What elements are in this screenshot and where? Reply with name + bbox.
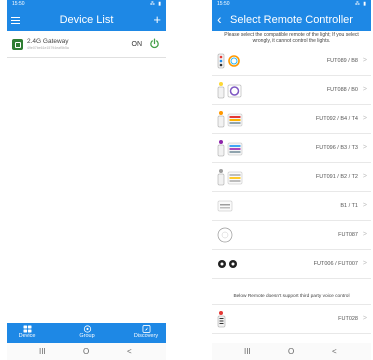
remote-fut028-icon — [217, 311, 226, 328]
remote-option-fut006[interactable]: FUT006 / FUT007 > — [212, 250, 371, 279]
recent-apps-button[interactable]: III — [39, 343, 46, 360]
select-remote-screen: 15:50 ⁂ ▮ ‹ Select Remote Controller Ple… — [212, 0, 371, 360]
remote-label: FUT092 / B4 / T4 — [315, 116, 358, 122]
compass-icon — [142, 325, 150, 333]
remote-option-fut089[interactable]: FUT089 / B8 > — [212, 47, 371, 76]
remote-b1-icon — [217, 200, 233, 212]
remote-fut089-icon — [217, 53, 240, 69]
status-time: 15:50 — [217, 1, 230, 7]
nav-device-label: Device — [18, 333, 36, 339]
group-icon — [83, 325, 91, 333]
status-icons: ⁂ ▮ — [354, 1, 367, 7]
grid-icon — [23, 325, 31, 333]
remote-fut087-icon — [217, 227, 233, 243]
remote-label: FUT091 / B2 / T2 — [315, 174, 358, 180]
remote-label: FUT096 / B3 / T3 — [315, 145, 358, 151]
page-title: Select Remote Controller — [230, 14, 353, 26]
back-button[interactable]: < — [332, 343, 337, 360]
bottom-nav: Device Group Discovery — [7, 323, 166, 343]
home-button[interactable]: O — [83, 343, 89, 360]
remote-label: FUT089 / B8 — [326, 58, 358, 64]
home-button[interactable]: O — [288, 343, 294, 360]
chevron-right-icon: > — [362, 202, 367, 209]
chevron-right-icon: > — [362, 173, 367, 180]
remote-fut092-icon — [217, 111, 243, 128]
status-icons: ⁂ ▮ — [149, 1, 162, 7]
remote-label: FUT088 / B0 — [326, 87, 358, 93]
app-bar: Device List + — [7, 9, 166, 31]
remote-label: B1 / T1 — [340, 203, 358, 209]
remote-option-b1[interactable]: B1 / T1 > — [212, 192, 371, 221]
chevron-right-icon: > — [362, 231, 367, 238]
chevron-right-icon: > — [362, 144, 367, 151]
remote-option-fut088[interactable]: FUT088 / B0 > — [212, 76, 371, 105]
voice-control-notice: Below Remote doesn't support third party… — [212, 290, 371, 305]
nav-discovery-label: Discovery — [133, 333, 159, 339]
status-bar: 15:50 ⁂ ▮ — [212, 0, 371, 9]
chevron-right-icon: > — [362, 57, 367, 64]
remote-option-fut028[interactable]: FUT028 > — [212, 305, 371, 334]
remote-fut091-icon — [217, 169, 243, 186]
status-time: 15:50 — [12, 1, 25, 7]
app-bar: ‹ Select Remote Controller — [212, 9, 371, 31]
back-button[interactable]: < — [127, 343, 132, 360]
add-device-button[interactable]: + — [153, 9, 161, 30]
remote-fut006-icon — [218, 260, 237, 268]
remote-option-fut092[interactable]: FUT092 / B4 / T4 > — [212, 105, 371, 134]
nav-discovery[interactable]: Discovery — [126, 323, 166, 343]
power-icon[interactable] — [149, 38, 160, 49]
chevron-right-icon: > — [362, 115, 367, 122]
remote-option-fut096[interactable]: FUT096 / B3 / T3 > — [212, 134, 371, 163]
nav-group-label: Group — [79, 333, 95, 339]
recent-apps-button[interactable]: III — [244, 343, 251, 360]
chevron-right-icon: > — [362, 260, 367, 267]
gateway-icon — [12, 39, 23, 50]
chevron-right-icon: > — [362, 315, 367, 322]
system-nav-bar: III O < — [212, 343, 371, 360]
remote-option-fut091[interactable]: FUT091 / B2 / T2 > — [212, 163, 371, 192]
page-title: Device List — [59, 14, 114, 26]
nav-group[interactable]: Group — [67, 323, 107, 343]
remote-label: FUT028 — [338, 316, 358, 322]
device-name: 2.4G Gateway — [27, 38, 69, 45]
chevron-right-icon: > — [362, 86, 367, 93]
device-state: ON — [131, 41, 143, 48]
remote-fut096-icon — [217, 140, 243, 157]
remote-option-fut087[interactable]: FUT087 > — [212, 221, 371, 250]
instruction-text: Please select the compatible remote of t… — [224, 32, 359, 45]
remote-label: FUT087 — [338, 232, 358, 238]
system-nav-bar: III O < — [7, 343, 166, 360]
remote-fut088-icon — [217, 82, 242, 99]
device-id: 49e07be61e15794eaf5b5a — [27, 46, 69, 50]
remote-label: FUT006 / FUT007 — [313, 261, 358, 267]
status-bar: 15:50 ⁂ ▮ — [7, 0, 166, 9]
nav-device[interactable]: Device — [7, 323, 47, 343]
device-row[interactable]: 2.4G Gateway 49e07be61e15794eaf5b5a ON — [7, 33, 166, 58]
device-list-screen: 15:50 ⁂ ▮ Device List + 2.4G Gateway 49e… — [7, 0, 166, 360]
remote-list: FUT089 / B8 > FUT088 / B0 > FUT092 / B4 … — [212, 47, 371, 279]
